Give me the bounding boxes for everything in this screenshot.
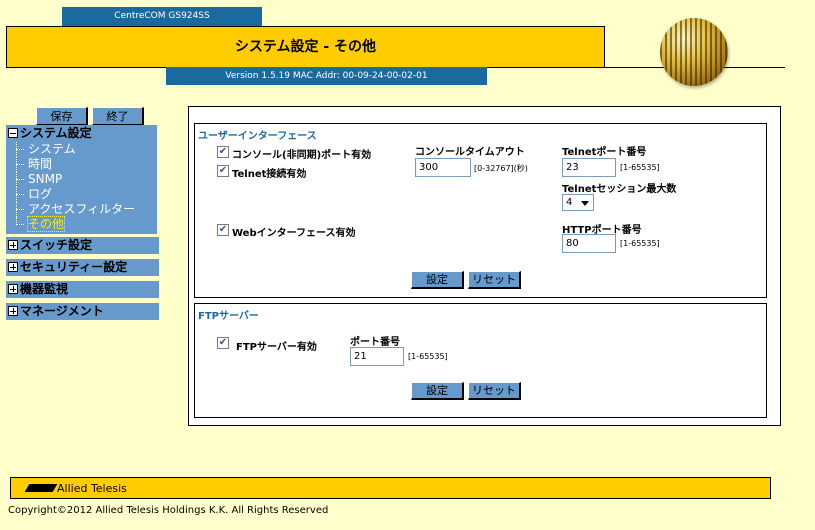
allied-telesis-logo-icon bbox=[24, 484, 58, 492]
sidebar-subitem-other[interactable]: その他 bbox=[6, 216, 157, 232]
sidebar-item-security-settings[interactable]: セキュリティー設定 bbox=[6, 259, 159, 276]
settings-panel: ユーザーインターフェース ✔ コンソール(非同期)ポート有効 ✔ Telnet接… bbox=[188, 106, 781, 426]
console-async-port-label: コンソール(非同期)ポート有効 bbox=[232, 150, 372, 161]
http-port-input[interactable]: 80 bbox=[562, 234, 616, 253]
version-info: Version 1.5.19 MAC Addr: 00-09-24-00-02-… bbox=[166, 67, 487, 85]
ftp-set-button[interactable]: 設定 bbox=[411, 382, 464, 400]
ftp-server-group: FTPサーバー ✔ FTPサーバー有効 ポート番号 21 [1-65535] 設… bbox=[194, 303, 767, 418]
check-icon: ✔ bbox=[218, 337, 228, 348]
ftp-reset-button[interactable]: リセット bbox=[468, 382, 521, 400]
page-title: システム設定 - その他 bbox=[6, 26, 605, 68]
sidebar-subitem-access-filter[interactable]: アクセスフィルター bbox=[6, 202, 157, 217]
sidebar-item-label: 機器監視 bbox=[20, 282, 69, 296]
telnet-enabled-checkbox[interactable]: ✔ bbox=[217, 165, 229, 177]
brand-logo[interactable]: Allied Telesis bbox=[24, 481, 127, 497]
telnet-enabled-label: Telnet接続有効 bbox=[232, 169, 307, 180]
telnet-sessions-select[interactable]: 4 bbox=[562, 194, 594, 211]
ui-reset-button[interactable]: リセット bbox=[468, 271, 521, 289]
model-label: CentreCOM GS924SS bbox=[62, 7, 262, 26]
chevron-down-icon bbox=[581, 201, 589, 206]
sidebar-item-label: セキュリティー設定 bbox=[20, 260, 128, 274]
ftp-enabled-label: FTPサーバー有効 bbox=[236, 342, 317, 353]
sidebar-subitem-time[interactable]: 時間 bbox=[6, 157, 157, 172]
globe-icon bbox=[660, 18, 728, 86]
sidebar-item-label: マネージメント bbox=[20, 304, 104, 318]
sidebar-subitem-log[interactable]: ログ bbox=[6, 187, 157, 202]
ui-set-button[interactable]: 設定 bbox=[411, 271, 464, 289]
footer-bar: Allied Telesis bbox=[10, 477, 771, 499]
web-interface-checkbox[interactable]: ✔ bbox=[217, 224, 229, 236]
plus-box-icon[interactable] bbox=[8, 240, 18, 250]
console-timeout-range: [0-32767](秒) bbox=[474, 164, 528, 173]
sidebar-item-device-monitoring[interactable]: 機器監視 bbox=[6, 281, 159, 298]
check-icon: ✔ bbox=[218, 224, 228, 235]
telnet-sessions-label: Telnetセッション最大数 bbox=[562, 184, 677, 195]
check-icon: ✔ bbox=[218, 146, 228, 157]
telnet-sessions-value: 4 bbox=[566, 197, 573, 208]
http-port-range: [1-65535] bbox=[620, 239, 660, 248]
console-timeout-input[interactable]: 300 bbox=[415, 158, 471, 177]
telnet-port-input[interactable]: 23 bbox=[562, 158, 616, 177]
ftp-enabled-checkbox[interactable]: ✔ bbox=[217, 337, 229, 349]
telnet-port-label: Telnetポート番号 bbox=[562, 147, 647, 158]
plus-box-icon[interactable] bbox=[8, 262, 18, 272]
console-async-port-checkbox[interactable]: ✔ bbox=[217, 146, 229, 158]
check-icon: ✔ bbox=[218, 165, 228, 176]
user-interface-group: ユーザーインターフェース ✔ コンソール(非同期)ポート有効 ✔ Telnet接… bbox=[194, 123, 767, 298]
sidebar-item-system-settings[interactable]: システム設定 bbox=[6, 125, 157, 142]
sidebar-item-management[interactable]: マネージメント bbox=[6, 303, 159, 320]
save-button[interactable]: 保存 bbox=[36, 107, 88, 125]
ftp-port-label: ポート番号 bbox=[350, 337, 400, 348]
copyright-text: Copyright©2012 Allied Telesis Holdings K… bbox=[8, 505, 329, 516]
ftp-port-input[interactable]: 21 bbox=[350, 347, 404, 366]
sidebar-item-label: スイッチ設定 bbox=[20, 238, 93, 252]
telnet-port-range: [1-65535] bbox=[620, 163, 660, 172]
logo-text: Allied Telesis bbox=[57, 482, 127, 495]
console-timeout-label: コンソールタイムアウト bbox=[415, 147, 525, 158]
group-title: FTPサーバー bbox=[198, 311, 259, 322]
minus-box-icon[interactable] bbox=[8, 128, 18, 138]
web-interface-label: Webインターフェース有効 bbox=[232, 228, 356, 239]
sidebar-item-label: システム設定 bbox=[20, 126, 92, 140]
exit-button[interactable]: 終了 bbox=[92, 107, 144, 125]
ftp-port-range: [1-65535] bbox=[408, 352, 448, 361]
group-title: ユーザーインターフェース bbox=[198, 131, 317, 142]
sidebar-system-menu: システム設定 システム 時間 SNMP ログ アクセスフィルター その他 bbox=[6, 125, 157, 234]
sidebar-subitem-snmp[interactable]: SNMP bbox=[6, 172, 157, 187]
plus-box-icon[interactable] bbox=[8, 284, 18, 294]
plus-box-icon[interactable] bbox=[8, 306, 18, 316]
sidebar-item-switch-settings[interactable]: スイッチ設定 bbox=[6, 237, 159, 254]
sidebar-subitem-system[interactable]: システム bbox=[6, 142, 157, 157]
